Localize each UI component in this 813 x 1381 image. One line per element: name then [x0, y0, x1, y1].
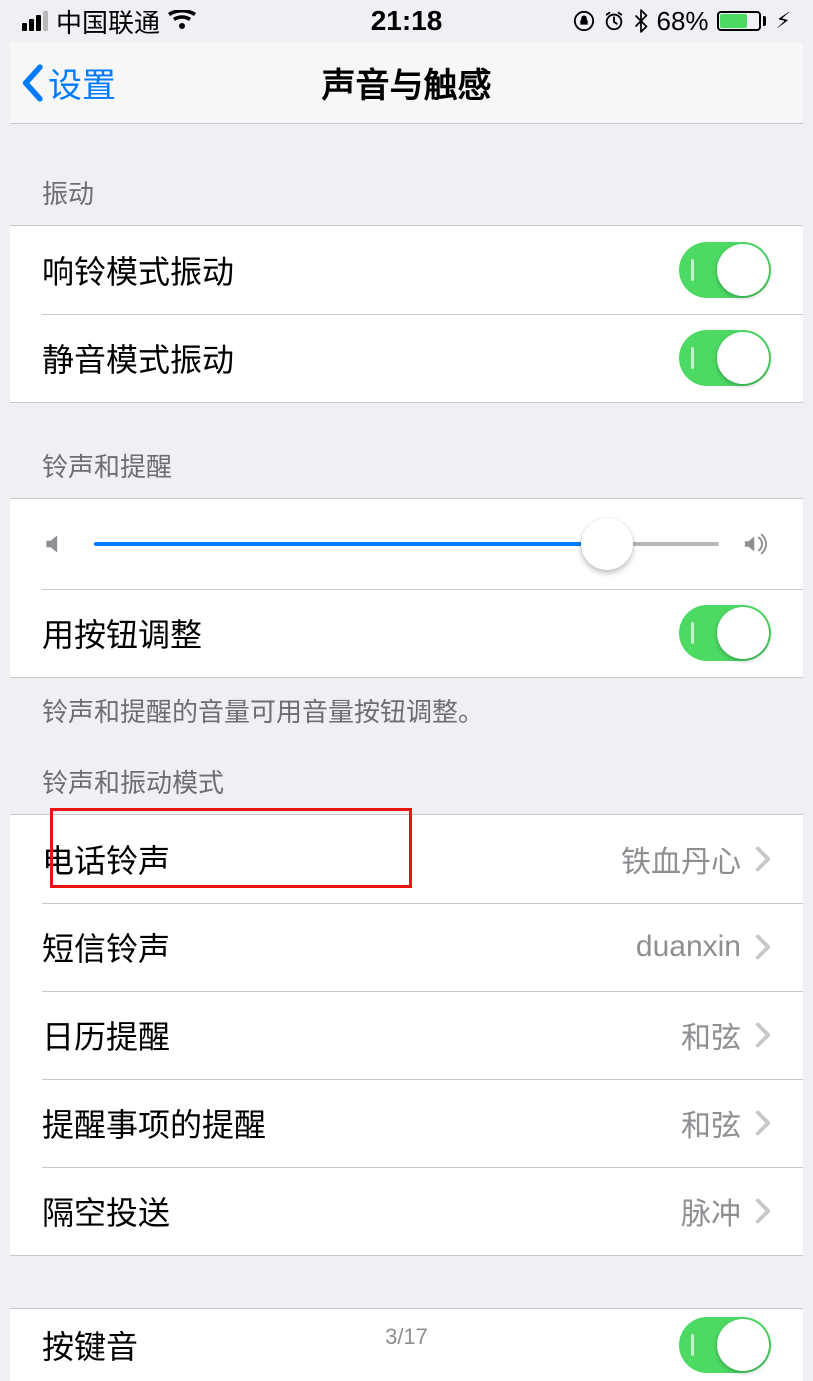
toggle-vibrate-ring[interactable]: [679, 242, 771, 298]
section-header-patterns: 铃声和振动模式: [10, 729, 803, 814]
toggle-vibrate-silent[interactable]: [679, 330, 771, 386]
row-value: 和弦: [681, 1013, 741, 1057]
cellular-signal-icon: [22, 11, 48, 31]
battery-icon: [717, 11, 766, 31]
row-label: 按键音: [42, 1322, 679, 1368]
row-label: 隔空投送: [42, 1188, 681, 1234]
row-reminder-alert[interactable]: 提醒事项的提醒 和弦: [10, 1079, 803, 1167]
row-value: 铁血丹心: [621, 837, 741, 881]
row-label: 日历提醒: [42, 1012, 681, 1058]
chevron-right-icon: [755, 1198, 771, 1224]
row-airdrop[interactable]: 隔空投送 脉冲: [10, 1167, 803, 1255]
row-ringtone[interactable]: 电话铃声 铁血丹心: [10, 815, 803, 903]
carrier-label: 中国联通: [56, 3, 160, 40]
toggle-change-with-buttons[interactable]: [679, 605, 771, 661]
row-change-with-buttons[interactable]: 用按钮调整: [10, 589, 803, 677]
chevron-right-icon: [755, 1022, 771, 1048]
volume-slider-track[interactable]: [94, 542, 719, 546]
chevron-right-icon: [755, 1110, 771, 1136]
row-label: 用按钮调整: [42, 610, 679, 656]
volume-slider-thumb[interactable]: [581, 518, 633, 570]
toggle-keyboard-clicks[interactable]: [679, 1317, 771, 1373]
volume-high-icon: [743, 529, 771, 559]
page-indicator: 3/17: [385, 1324, 428, 1350]
page-title: 声音与触感: [10, 58, 803, 107]
back-button[interactable]: 设置: [10, 58, 116, 107]
row-value: duanxin: [636, 930, 741, 964]
row-label: 短信铃声: [42, 924, 636, 970]
back-label: 设置: [48, 58, 116, 107]
alarm-icon: [603, 10, 625, 32]
status-bar: 中国联通 21:18 68% ⚡︎: [10, 0, 803, 42]
bluetooth-icon: [633, 9, 649, 33]
row-text-tone[interactable]: 短信铃声 duanxin: [10, 903, 803, 991]
row-volume-slider[interactable]: [10, 499, 803, 589]
wifi-icon: [168, 10, 196, 32]
charging-icon: ⚡︎: [776, 8, 791, 34]
battery-percent-label: 68%: [657, 6, 709, 37]
row-vibrate-on-ring[interactable]: 响铃模式振动: [10, 226, 803, 314]
row-value: 和弦: [681, 1101, 741, 1145]
row-vibrate-on-silent[interactable]: 静音模式振动: [10, 314, 803, 402]
row-label: 电话铃声: [42, 836, 621, 882]
section-header-vibrate: 振动: [10, 124, 803, 225]
volume-low-icon: [42, 531, 70, 557]
section-footer-ringer: 铃声和提醒的音量可用音量按钮调整。: [10, 678, 803, 729]
section-header-ringer: 铃声和提醒: [10, 403, 803, 498]
chevron-left-icon: [20, 64, 44, 102]
clock-label: 21:18: [371, 5, 443, 36]
row-label: 响铃模式振动: [42, 247, 679, 293]
nav-bar: 设置 声音与触感: [10, 42, 803, 124]
row-value: 脉冲: [681, 1189, 741, 1233]
orientation-lock-icon: [573, 10, 595, 32]
row-label: 静音模式振动: [42, 335, 679, 381]
chevron-right-icon: [755, 934, 771, 960]
row-calendar-alert[interactable]: 日历提醒 和弦: [10, 991, 803, 1079]
chevron-right-icon: [755, 846, 771, 872]
row-label: 提醒事项的提醒: [42, 1100, 681, 1146]
